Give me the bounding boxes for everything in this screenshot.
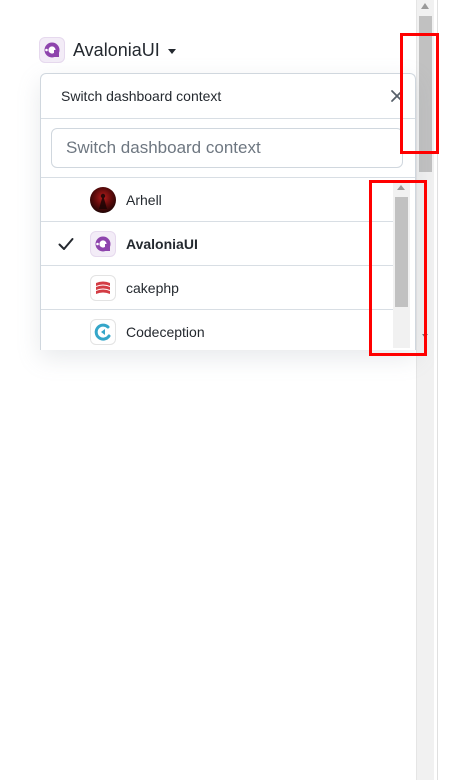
check-slot	[41, 310, 90, 350]
checkmark-icon	[58, 237, 73, 250]
context-dropdown: Switch dashboard context Arhell	[40, 73, 416, 350]
page-scrollbar[interactable]	[416, 0, 434, 780]
context-list: Arhell AvaloniaUI cakephp Codeception	[41, 178, 415, 350]
arhell-avatar	[90, 186, 116, 213]
list-item-arhell[interactable]: Arhell	[41, 178, 393, 222]
check-slot	[41, 222, 90, 265]
codeception-logo-icon	[90, 318, 116, 345]
scroll-up-arrow-icon[interactable]	[421, 3, 429, 9]
window-edge	[437, 0, 438, 780]
dropdown-header: Switch dashboard context	[41, 74, 415, 119]
list-item-label: Arhell	[126, 191, 162, 208]
dropdown-title: Switch dashboard context	[61, 88, 222, 104]
check-slot	[41, 266, 90, 309]
list-scrollbar[interactable]	[393, 182, 428, 348]
context-switcher-button[interactable]: AvaloniaUI	[39, 36, 176, 64]
list-item-codeception[interactable]: Codeception	[41, 310, 393, 350]
close-icon	[391, 90, 403, 102]
list-item-avaloniaui[interactable]: AvaloniaUI	[41, 222, 393, 266]
caret-down-icon	[167, 49, 176, 54]
context-filter-input[interactable]	[51, 128, 403, 168]
list-scroll-up-arrow-icon[interactable]	[397, 185, 405, 190]
check-slot	[41, 178, 90, 221]
close-button[interactable]	[387, 86, 407, 106]
context-name: AvaloniaUI	[73, 39, 160, 60]
filter-section	[41, 119, 415, 178]
page-scrollbar-thumb[interactable]	[419, 16, 432, 172]
avaloniaui-logo-icon	[39, 37, 65, 63]
list-item-label: AvaloniaUI	[126, 235, 198, 252]
cakephp-logo-icon	[90, 274, 116, 301]
list-item-label: cakephp	[126, 279, 179, 296]
list-item-label: Codeception	[126, 323, 205, 340]
list-item-cakephp[interactable]: cakephp	[41, 266, 393, 310]
list-scrollbar-thumb[interactable]	[395, 197, 408, 307]
list-scroll-down-arrow-icon[interactable]	[422, 334, 428, 338]
avaloniaui-logo-icon	[90, 230, 116, 257]
